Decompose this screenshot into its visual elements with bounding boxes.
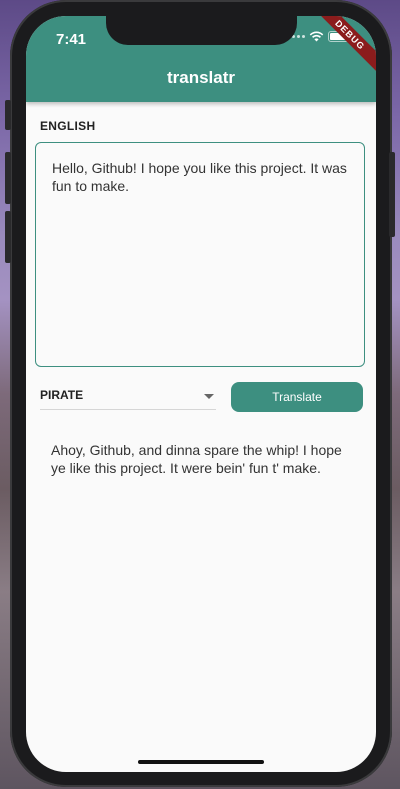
wifi-icon: [309, 31, 324, 42]
source-language-label: ENGLISH: [40, 119, 96, 133]
home-indicator[interactable]: [138, 760, 264, 764]
chevron-down-icon: [204, 394, 214, 399]
side-button-volume-down: [5, 211, 11, 263]
target-language-value: PIRATE: [40, 388, 84, 402]
side-button-volume-up: [5, 152, 11, 204]
translation-output: Ahoy, Github, and dinna spare the whip! …: [51, 442, 342, 476]
source-text: Hello, Github! I hope you like this proj…: [52, 160, 347, 194]
translate-button[interactable]: Translate: [231, 382, 363, 412]
device-notch: [106, 16, 297, 45]
target-language-dropdown[interactable]: PIRATE: [40, 382, 216, 410]
side-button-mute: [5, 100, 11, 130]
source-text-field[interactable]: Hello, Github! I hope you like this proj…: [35, 142, 365, 367]
app-screen: 7:41 translatr DEBUG ENGLISH Hello, Gith…: [26, 16, 376, 772]
debug-banner: DEBUG: [311, 16, 376, 74]
status-time: 7:41: [56, 31, 87, 48]
app-bar: 7:41 translatr DEBUG: [26, 16, 376, 102]
app-title: translatr: [166, 68, 236, 87]
side-button-power: [389, 152, 395, 237]
